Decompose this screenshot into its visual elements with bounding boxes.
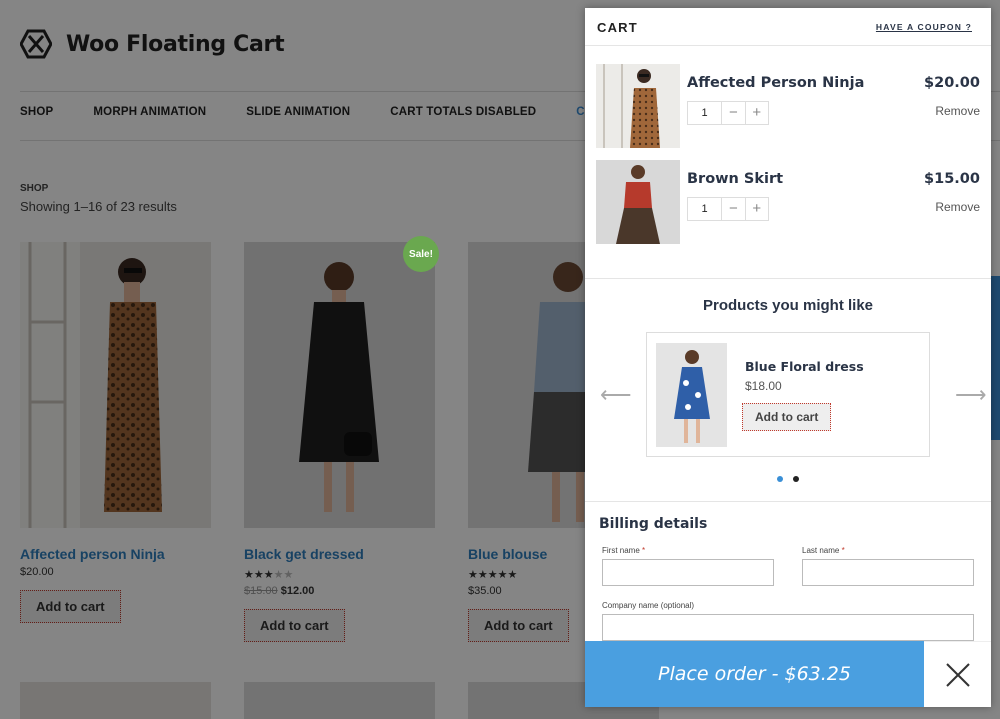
minus-icon[interactable]: − bbox=[721, 198, 744, 220]
cart-item-price: $20.00 bbox=[924, 75, 980, 91]
remove-item-link[interactable]: Remove bbox=[935, 104, 980, 118]
cart-title: CART bbox=[597, 20, 638, 35]
add-to-cart-button[interactable]: Add to cart bbox=[742, 403, 832, 431]
recommended-product-image[interactable] bbox=[656, 343, 727, 447]
divider bbox=[585, 501, 991, 502]
recommended-product-price: $18.00 bbox=[745, 379, 782, 393]
cart-item-name[interactable]: Affected Person Ninja bbox=[687, 75, 864, 91]
last-name-field[interactable] bbox=[802, 559, 974, 586]
cart-item-price: $15.00 bbox=[924, 171, 980, 187]
plus-icon[interactable]: + bbox=[744, 198, 768, 220]
quantity-stepper: 1 − + bbox=[687, 197, 769, 221]
place-order-button[interactable]: Place order - $63.25 bbox=[585, 641, 924, 707]
quantity-input[interactable]: 1 bbox=[688, 203, 721, 215]
arrow-left-icon[interactable]: ⟵ bbox=[600, 382, 632, 408]
divider bbox=[585, 278, 991, 279]
quantity-stepper: 1 − + bbox=[687, 101, 769, 125]
company-name-label: Company name (optional) bbox=[602, 601, 695, 610]
last-name-label: Last name * bbox=[802, 546, 845, 555]
cart-item-name[interactable]: Brown Skirt bbox=[687, 171, 783, 187]
cart-header: CART HAVE A COUPON ? bbox=[585, 8, 991, 46]
company-name-field[interactable] bbox=[602, 614, 974, 641]
recommended-product: Blue Floral dress $18.00 Add to cart bbox=[646, 332, 930, 457]
recommended-product-name[interactable]: Blue Floral dress bbox=[745, 359, 864, 374]
sale-badge: Sale! bbox=[403, 236, 439, 272]
first-name-field[interactable] bbox=[602, 559, 774, 586]
last-name-label-text: Last name bbox=[802, 546, 840, 555]
quantity-input[interactable]: 1 bbox=[688, 107, 721, 119]
first-name-label: First name * bbox=[602, 546, 646, 555]
cart-item: Brown Skirt $15.00 1 − + Remove bbox=[596, 160, 980, 244]
minus-icon[interactable]: − bbox=[721, 102, 744, 124]
close-cart-button[interactable] bbox=[924, 641, 991, 707]
carousel-dot-active[interactable] bbox=[777, 476, 783, 482]
cart-item-image[interactable] bbox=[596, 64, 680, 148]
arrow-right-icon[interactable]: ⟶ bbox=[955, 382, 987, 408]
cart-item: Affected Person Ninja $20.00 1 − + Remov… bbox=[596, 64, 980, 148]
plus-icon[interactable]: + bbox=[744, 102, 768, 124]
cart-item-image[interactable] bbox=[596, 160, 680, 244]
billing-title: Billing details bbox=[599, 516, 708, 532]
close-icon bbox=[945, 662, 970, 687]
carousel-dot[interactable] bbox=[793, 476, 799, 482]
first-name-label-text: First name bbox=[602, 546, 640, 555]
remove-item-link[interactable]: Remove bbox=[935, 200, 980, 214]
recommendations-title: Products you might like bbox=[702, 297, 874, 314]
coupon-link[interactable]: HAVE A COUPON ? bbox=[876, 22, 972, 32]
floating-cart: CART HAVE A COUPON ? Affected Person Nin… bbox=[585, 8, 991, 707]
